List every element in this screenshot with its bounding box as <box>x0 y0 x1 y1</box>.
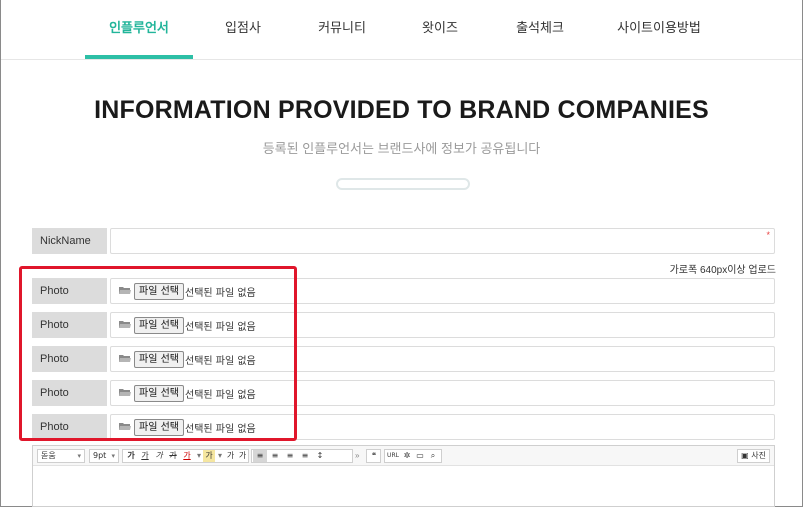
highlight-box <box>19 266 297 441</box>
image-icon: ▣ <box>741 451 749 460</box>
font-color-button[interactable]: 가 <box>181 450 193 462</box>
font-size-select[interactable]: 9pt ▾ <box>89 449 119 463</box>
chevron-down-icon: ▾ <box>111 452 115 460</box>
align-justify-icon[interactable]: ≡ <box>298 450 312 462</box>
search-icon[interactable]: ⌕ <box>427 450 439 462</box>
italic-button[interactable]: 가 <box>153 450 165 462</box>
nickname-row: NickName * <box>32 228 775 254</box>
underline-button[interactable]: 가 <box>139 450 151 462</box>
page-subtitle: 등록된 인플루언서는 브랜드사에 정보가 공유됩니다 <box>262 141 541 156</box>
insert-group: URL ✲ ▭ ⌕ <box>384 449 442 463</box>
quote-group: ❝ <box>366 449 381 463</box>
strikethrough-button[interactable]: 가 <box>167 450 179 462</box>
photo-size-hint: 가로폭 640px이상 업로드 <box>669 265 776 276</box>
tab-attendance[interactable]: 출석체크 <box>501 0 579 60</box>
chevron-down-icon[interactable]: ▾ <box>195 450 203 462</box>
page-title: INFORMATION PROVIDED TO BRAND COMPANIES <box>94 96 709 124</box>
align-left-icon[interactable]: ≡ <box>253 450 267 462</box>
nickname-input[interactable]: * <box>110 228 775 254</box>
line-height-icon[interactable]: ↕ <box>313 450 327 462</box>
nickname-label: NickName <box>32 228 107 254</box>
special-char-icon[interactable]: ✲ <box>401 450 413 462</box>
tab-site-guide[interactable]: 사이트이용방법 <box>607 0 711 60</box>
tab-influencer[interactable]: 인플루언서 <box>85 0 193 60</box>
font-family-select[interactable]: 돋움 ▾ <box>37 449 85 463</box>
align-center-icon[interactable]: ≡ <box>268 450 282 462</box>
top-nav: 인플루언서 입점사 커뮤니티 왓이즈 출석체크 사이트이용방법 <box>1 0 802 60</box>
align-right-icon[interactable]: ≡ <box>283 450 297 462</box>
rich-text-editor[interactable]: 돋움 ▾ 9pt ▾ 가 가 가 가 가 ▾ 가 ▾ 가 가 ≡ ≡ ≡ ≡ ↕ »… <box>32 445 775 507</box>
superscript-button[interactable]: 가 <box>225 450 236 462</box>
text-style-group: 가 가 가 가 가 ▾ 가 ▾ 가 가 <box>122 449 249 463</box>
bg-color-button[interactable]: 가 <box>203 450 215 462</box>
bold-button[interactable]: 가 <box>125 450 137 462</box>
quote-icon[interactable]: ❝ <box>368 450 380 462</box>
tab-whatis[interactable]: 왓이즈 <box>405 0 475 60</box>
editor-toolbar: 돋움 ▾ 9pt ▾ 가 가 가 가 가 ▾ 가 ▾ 가 가 ≡ ≡ ≡ ≡ ↕ »… <box>33 446 774 466</box>
tab-store[interactable]: 입점사 <box>207 0 279 60</box>
subscript-button[interactable]: 가 <box>237 450 248 462</box>
alignment-group: ≡ ≡ ≡ ≡ ↕ <box>251 449 353 463</box>
tab-community[interactable]: 커뮤니티 <box>301 0 383 60</box>
chevron-down-icon[interactable]: ▾ <box>216 450 224 462</box>
required-mark: * <box>766 230 770 240</box>
url-link-button[interactable]: URL <box>386 450 400 462</box>
chevron-down-icon: ▾ <box>77 452 81 460</box>
photo-upload-button[interactable]: ▣ 사진 <box>737 449 770 463</box>
more-icon[interactable]: » <box>355 449 359 463</box>
table-icon[interactable]: ▭ <box>414 450 426 462</box>
active-tab-indicator <box>85 55 193 59</box>
decorative-divider <box>336 178 470 190</box>
